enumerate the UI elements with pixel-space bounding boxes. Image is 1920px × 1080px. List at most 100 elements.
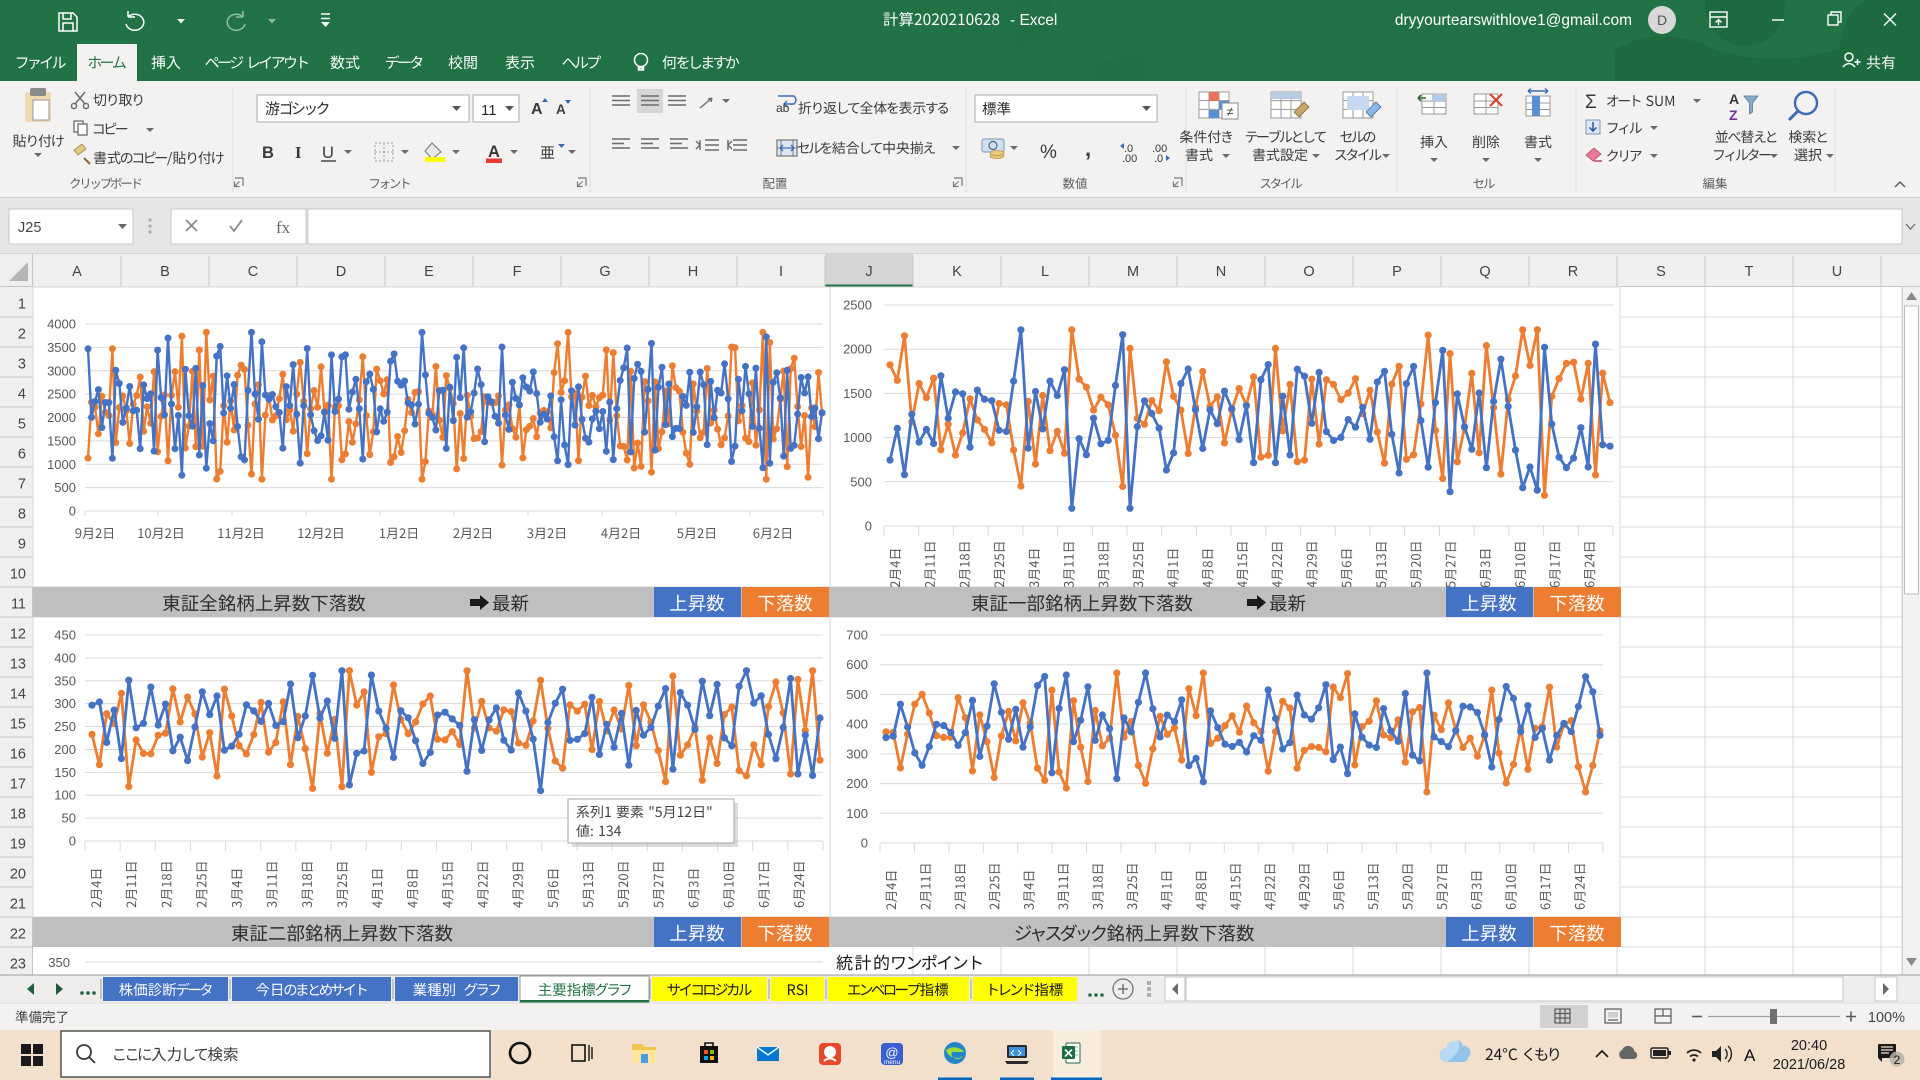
- svg-text:3500: 3500: [47, 340, 76, 355]
- svg-text:700: 700: [846, 628, 868, 643]
- svg-text:2021/06/28: 2021/06/28: [1773, 1057, 1846, 1073]
- svg-text:2000: 2000: [843, 342, 872, 357]
- svg-text:fx: fx: [276, 218, 291, 237]
- svg-text:150: 150: [54, 765, 76, 780]
- svg-text:200: 200: [54, 742, 76, 757]
- svg-text:2: 2: [18, 327, 26, 343]
- svg-text:Q: Q: [1479, 264, 1490, 280]
- svg-text:14: 14: [10, 687, 26, 703]
- svg-text:1500: 1500: [843, 386, 872, 401]
- svg-text:D: D: [336, 264, 346, 280]
- svg-text:250: 250: [54, 719, 76, 734]
- svg-text:200: 200: [846, 776, 868, 791]
- svg-text:.0: .0: [1154, 153, 1163, 165]
- svg-text:T: T: [1745, 264, 1754, 280]
- svg-text:600: 600: [846, 657, 868, 672]
- svg-text:500: 500: [850, 474, 872, 489]
- svg-text:0: 0: [69, 504, 76, 519]
- svg-text:H: H: [688, 264, 698, 280]
- svg-text:1: 1: [18, 297, 26, 313]
- svg-text:21: 21: [10, 897, 26, 913]
- svg-text:dryyourtearswithlove1@gmail.co: dryyourtearswithlove1@gmail.com: [1395, 12, 1632, 29]
- svg-text:J25: J25: [18, 220, 41, 236]
- svg-text:1000: 1000: [47, 457, 76, 472]
- svg-text:3: 3: [18, 357, 26, 373]
- svg-text:A: A: [72, 264, 82, 280]
- svg-text:6: 6: [18, 447, 26, 463]
- svg-text:11: 11: [11, 597, 26, 613]
- svg-text:≠: ≠: [1226, 104, 1233, 119]
- svg-text:K: K: [952, 264, 962, 280]
- svg-text:2500: 2500: [47, 387, 76, 402]
- svg-text:I: I: [295, 143, 301, 162]
- svg-text:@: @: [885, 1045, 898, 1060]
- svg-text:J: J: [865, 264, 872, 280]
- svg-text:8: 8: [18, 507, 26, 523]
- svg-text:C: C: [248, 264, 258, 280]
- svg-text:I: I: [779, 264, 783, 280]
- svg-text:N: N: [1216, 264, 1226, 280]
- svg-text:9: 9: [18, 537, 26, 553]
- svg-text:400: 400: [846, 717, 868, 732]
- svg-text:20: 20: [10, 867, 26, 883]
- svg-text:Σ: Σ: [1585, 92, 1597, 113]
- svg-text:300: 300: [54, 696, 76, 711]
- svg-text:350: 350: [48, 955, 70, 970]
- svg-text:300: 300: [846, 746, 868, 761]
- svg-text:B: B: [262, 144, 274, 162]
- svg-text:S: S: [1656, 264, 1666, 280]
- svg-text:400: 400: [54, 650, 76, 665]
- svg-text:100%: 100%: [1868, 1010, 1905, 1026]
- svg-text:,: ,: [1085, 136, 1091, 161]
- svg-text:0: 0: [865, 519, 872, 534]
- svg-text:350: 350: [54, 673, 76, 688]
- svg-text:D: D: [1657, 12, 1667, 28]
- svg-text:17: 17: [10, 777, 26, 793]
- svg-text:A: A: [1744, 1046, 1756, 1065]
- svg-text:100: 100: [54, 788, 76, 803]
- svg-text:12: 12: [10, 627, 26, 643]
- svg-text:22: 22: [10, 927, 26, 943]
- svg-text:2000: 2000: [47, 410, 76, 425]
- svg-text:A: A: [556, 102, 566, 117]
- svg-text:A: A: [488, 143, 500, 161]
- svg-text:50: 50: [62, 811, 76, 826]
- svg-text:23: 23: [10, 957, 26, 973]
- svg-text:2: 2: [1894, 1053, 1901, 1067]
- svg-text:19: 19: [10, 837, 26, 853]
- svg-text:F: F: [513, 264, 522, 280]
- svg-text:4: 4: [18, 387, 26, 403]
- svg-text:0: 0: [69, 834, 76, 849]
- svg-text:U: U: [322, 144, 334, 162]
- svg-text:A: A: [1729, 91, 1739, 107]
- svg-text:P: P: [1392, 264, 1402, 280]
- svg-text:5: 5: [18, 417, 26, 433]
- svg-text:B: B: [160, 264, 170, 280]
- svg-text:16: 16: [10, 747, 26, 763]
- svg-text:13: 13: [10, 657, 26, 673]
- svg-text:menu: menu: [884, 1059, 901, 1066]
- svg-text:15: 15: [10, 717, 26, 733]
- svg-text:100: 100: [846, 806, 868, 821]
- svg-text:R: R: [1568, 264, 1578, 280]
- svg-text:11: 11: [481, 102, 497, 119]
- svg-text:20:40: 20:40: [1791, 1038, 1827, 1054]
- svg-text:450: 450: [54, 628, 76, 643]
- svg-text:U: U: [1832, 264, 1842, 280]
- svg-text:500: 500: [54, 480, 76, 495]
- svg-text:L: L: [1041, 264, 1049, 280]
- svg-text:7: 7: [18, 477, 26, 493]
- svg-text:- Excel: - Excel: [1010, 12, 1057, 29]
- svg-text:M: M: [1127, 264, 1139, 280]
- svg-text:18: 18: [10, 807, 26, 823]
- svg-text:4000: 4000: [47, 317, 76, 332]
- svg-text:2500: 2500: [843, 298, 872, 313]
- svg-text:0: 0: [861, 836, 868, 851]
- svg-text:Z: Z: [1729, 107, 1738, 123]
- svg-text:O: O: [1303, 264, 1314, 280]
- svg-text:10: 10: [10, 567, 26, 583]
- svg-text:.00: .00: [1122, 153, 1137, 165]
- svg-text:1500: 1500: [47, 433, 76, 448]
- svg-text:A: A: [531, 101, 543, 118]
- svg-text:3000: 3000: [47, 363, 76, 378]
